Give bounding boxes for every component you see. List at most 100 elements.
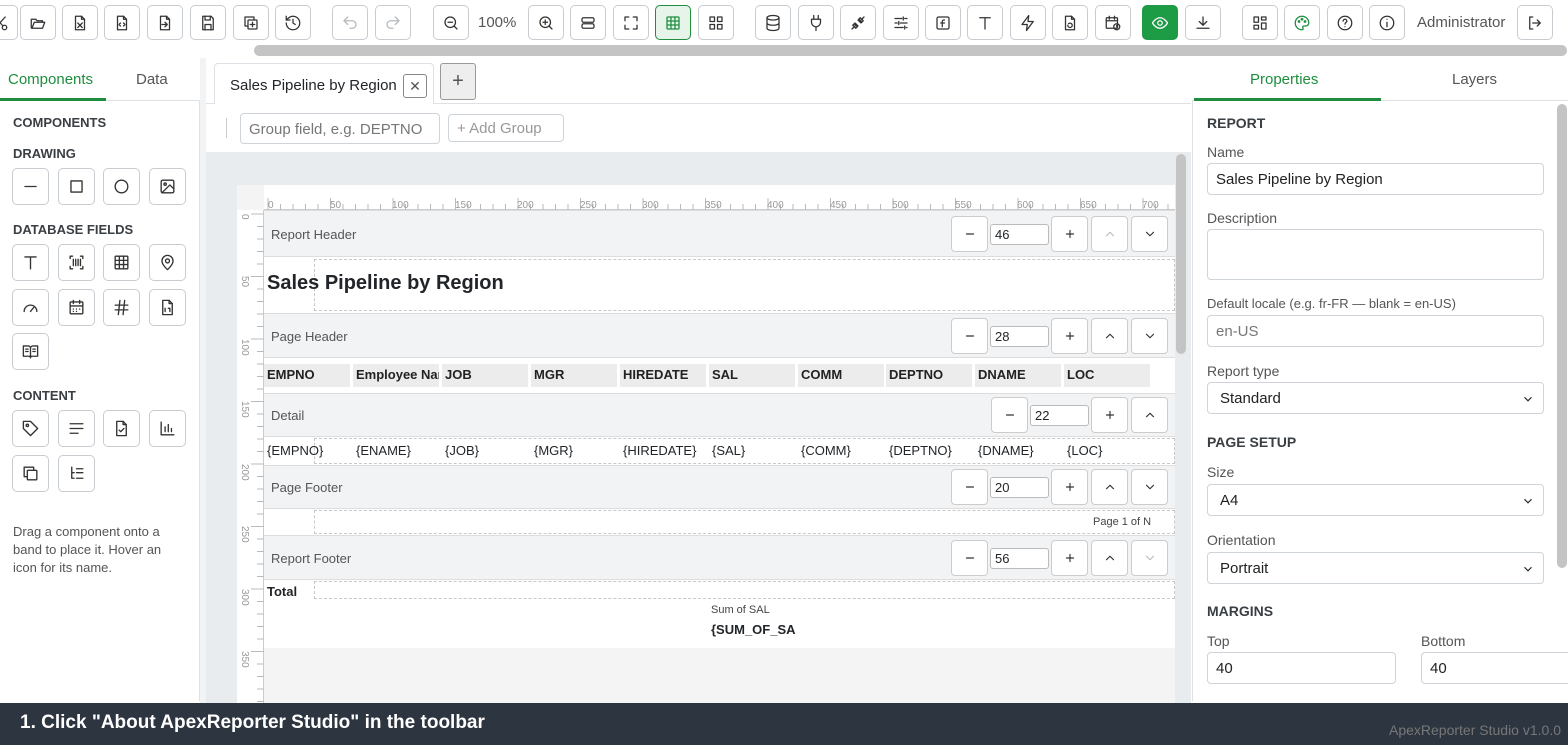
move-down-button[interactable] <box>1131 469 1168 505</box>
band-height-input[interactable]: 20 <box>990 477 1049 498</box>
page-header-band[interactable]: Page Header 28 <box>264 313 1175 358</box>
number-tool[interactable] <box>103 289 140 326</box>
move-up-button[interactable] <box>1131 397 1168 433</box>
settings-sliders-button[interactable] <box>883 5 919 40</box>
header-cell[interactable]: Employee Nan <box>353 364 439 387</box>
save-button[interactable] <box>190 5 226 40</box>
about-button[interactable] <box>1369 5 1405 40</box>
history-button[interactable] <box>275 5 311 40</box>
grid-toggle-button[interactable] <box>655 5 691 40</box>
text-field-tool[interactable] <box>12 244 49 281</box>
undo-button[interactable] <box>332 5 368 40</box>
description-textarea[interactable] <box>1207 229 1544 280</box>
increase-height-button[interactable] <box>1091 397 1128 433</box>
top-margin-input[interactable]: 40 <box>1207 652 1396 684</box>
detail-field[interactable]: {COMM} <box>801 443 851 458</box>
detail-field[interactable]: {DEPTNO} <box>889 443 952 458</box>
open-report-button[interactable] <box>20 5 56 40</box>
preview-button[interactable] <box>1142 5 1178 40</box>
rectangle-tool[interactable] <box>58 168 95 205</box>
lightning-button[interactable] <box>1010 5 1046 40</box>
decrease-height-button[interactable] <box>951 318 988 354</box>
detail-field[interactable]: {DNAME} <box>978 443 1034 458</box>
canvas-scrollbar[interactable] <box>1176 154 1186 354</box>
locale-input[interactable]: en-US <box>1207 315 1544 347</box>
detail-field[interactable]: {MGR} <box>534 443 573 458</box>
gauge-tool[interactable] <box>12 289 49 326</box>
map-pin-tool[interactable] <box>149 244 186 281</box>
properties-scrollbar[interactable] <box>1557 104 1567 568</box>
image-tool[interactable] <box>149 168 186 205</box>
cut-icon-button[interactable] <box>0 5 18 40</box>
header-cell[interactable]: LOC <box>1064 364 1150 387</box>
ellipse-tool[interactable] <box>103 168 140 205</box>
group-field-input[interactable]: Group field, e.g. DEPTNO <box>240 113 440 144</box>
header-cell[interactable]: COMM <box>798 364 884 387</box>
zoom-in-button[interactable] <box>528 5 564 40</box>
download-button[interactable] <box>1185 5 1221 40</box>
close-report-button[interactable] <box>62 5 98 40</box>
header-cell[interactable]: DEPTNO <box>886 364 972 387</box>
bottom-margin-input[interactable]: 40 <box>1421 652 1568 684</box>
detail-field[interactable]: {HIREDATE} <box>623 443 696 458</box>
file-refresh-button[interactable] <box>1052 5 1088 40</box>
tab-properties[interactable]: Properties <box>1250 71 1318 88</box>
decrease-height-button[interactable] <box>991 397 1028 433</box>
sum-label[interactable]: Sum of SAL <box>711 604 770 616</box>
band-height-input[interactable]: 22 <box>1030 405 1089 426</box>
chart-tool[interactable] <box>149 410 186 447</box>
layout-grid-button[interactable] <box>698 5 734 40</box>
paragraph-tool[interactable] <box>58 410 95 447</box>
sum-field[interactable]: {SUM_OF_SA <box>711 622 796 637</box>
move-down-button[interactable] <box>1131 216 1168 252</box>
header-cell[interactable]: EMPNO <box>264 364 350 387</box>
orientation-select[interactable]: Portrait <box>1207 552 1544 584</box>
decrease-height-button[interactable] <box>951 540 988 576</box>
report-header-band[interactable]: Report Header 46 <box>264 210 1175 257</box>
band-height-input[interactable]: 28 <box>990 326 1049 347</box>
page-number-field[interactable]: Page 1 of N <box>1093 516 1151 528</box>
report-name-input[interactable]: Sales Pipeline by Region <box>1207 163 1544 195</box>
add-group-button[interactable]: + Add Group <box>448 114 564 142</box>
increase-height-button[interactable] <box>1051 216 1088 252</box>
move-up-button[interactable] <box>1091 469 1128 505</box>
line-tool[interactable] <box>12 168 49 205</box>
move-down-button[interactable] <box>1131 318 1168 354</box>
function-button[interactable] <box>925 5 961 40</box>
close-tab-button[interactable]: ✕ <box>403 74 427 98</box>
table-tool[interactable] <box>103 244 140 281</box>
new-tab-button[interactable]: + <box>440 63 476 100</box>
band-height-input[interactable]: 56 <box>990 548 1049 569</box>
move-up-button[interactable] <box>1091 318 1128 354</box>
tag-tool[interactable] <box>12 410 49 447</box>
decrease-height-button[interactable] <box>951 469 988 505</box>
barcode-tool[interactable] <box>58 244 95 281</box>
detail-field[interactable]: {EMPNO} <box>267 443 323 458</box>
increase-height-button[interactable] <box>1051 469 1088 505</box>
zoom-out-button[interactable] <box>433 5 469 40</box>
report-type-select[interactable]: Standard <box>1207 382 1544 414</box>
detail-field[interactable]: {JOB} <box>445 443 479 458</box>
toolbar-scrollbar[interactable] <box>254 45 1567 56</box>
detail-field[interactable]: {ENAME} <box>356 443 411 458</box>
import-button[interactable] <box>147 5 183 40</box>
theme-palette-button[interactable] <box>1284 5 1320 40</box>
subreport-tool[interactable] <box>103 410 140 447</box>
bands-button[interactable] <box>570 5 606 40</box>
page-footer-band[interactable]: Page Footer 20 <box>264 465 1175 509</box>
fit-page-button[interactable] <box>613 5 649 40</box>
report-footer-band[interactable]: Report Footer 56 <box>264 535 1175 580</box>
duplicate-button[interactable] <box>233 5 269 40</box>
page-size-select[interactable]: A4 <box>1207 484 1544 516</box>
header-cell[interactable]: DNAME <box>975 364 1061 387</box>
move-up-button[interactable] <box>1091 216 1128 252</box>
detail-field[interactable]: {SAL} <box>712 443 745 458</box>
dashboard-button[interactable] <box>1242 5 1278 40</box>
header-cell[interactable]: MGR <box>531 364 617 387</box>
detail-field[interactable]: {LOC} <box>1067 443 1102 458</box>
file-number-tool[interactable] <box>149 289 186 326</box>
tab-layers[interactable]: Layers <box>1452 71 1497 88</box>
tab-data[interactable]: Data <box>136 71 168 88</box>
logout-button[interactable] <box>1517 5 1553 40</box>
plug-button[interactable] <box>798 5 834 40</box>
